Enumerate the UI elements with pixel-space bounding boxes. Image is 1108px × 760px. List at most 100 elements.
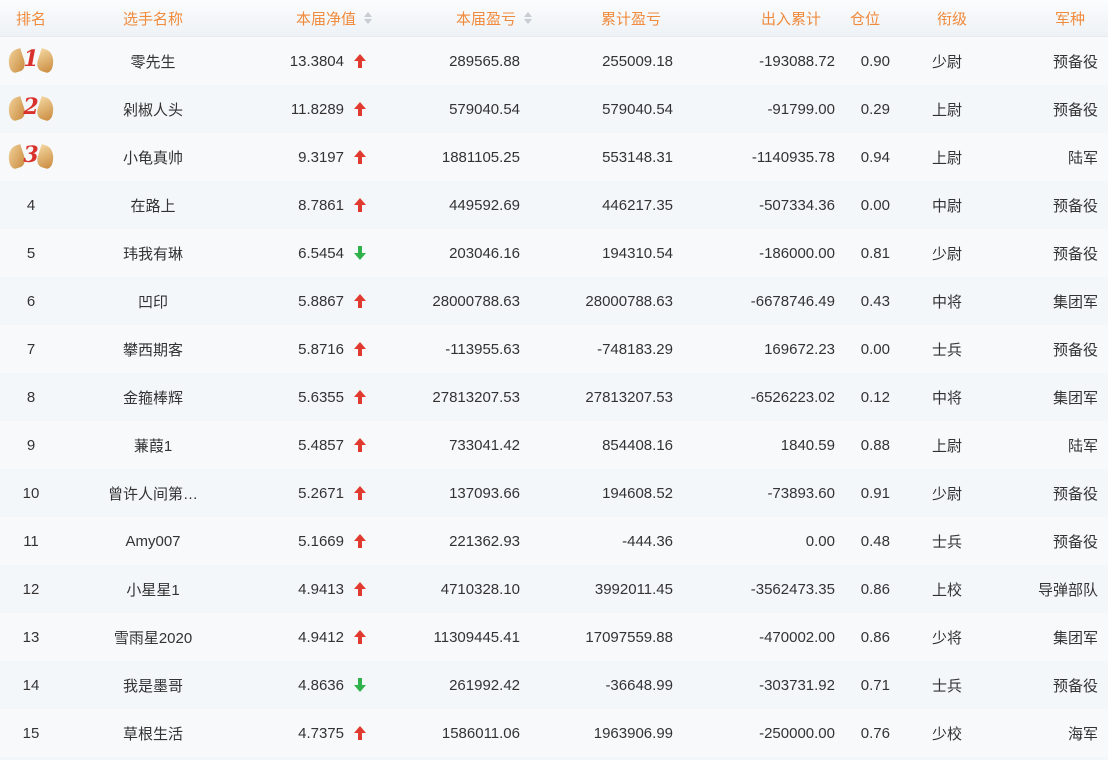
table-row[interactable]: 8 金箍棒辉 5.6355 27813207.53 27813207.53 -652622… bbox=[0, 373, 1108, 421]
table-row[interactable]: 9 蒹葭1 5.4857 733041.42 854408.16 1840.59 0.88 上… bbox=[0, 421, 1108, 469]
table-row[interactable]: 6 凹印 5.8867 28000788.63 28000788.63 -6678746.… bbox=[0, 277, 1108, 325]
military-rank: 中将 bbox=[931, 293, 962, 311]
player-name[interactable]: 我是墨哥 bbox=[62, 675, 244, 696]
header-net-label: 本届净值 bbox=[295, 10, 356, 28]
table-row[interactable]: 3 小龟真帅 9.3197 1881105.25 553148.31 -1140935.7… bbox=[0, 133, 1108, 181]
rank-cell: 1 bbox=[0, 46, 62, 76]
table-row[interactable]: 10 曾许人间第… 5.2671 137093.66 194608.52 -73893.6… bbox=[0, 469, 1108, 517]
header-rank-label: 排名 bbox=[15, 10, 46, 28]
cash-flow: -3562473.35 bbox=[750, 580, 835, 598]
player-name[interactable]: 小龟真帅 bbox=[62, 147, 244, 168]
rank-number: 7 bbox=[26, 340, 36, 358]
header-pos: 仓位 bbox=[821, 8, 880, 29]
cash-flow: 0.00 bbox=[805, 532, 835, 550]
arrow-up-icon bbox=[353, 438, 367, 452]
cash-flow: -186000.00 bbox=[759, 244, 835, 262]
cash-flow: -250000.00 bbox=[759, 724, 835, 742]
military-branch: 导弹部队 bbox=[1037, 581, 1098, 599]
arrow-up-icon bbox=[353, 198, 367, 212]
player-name[interactable]: 曾许人间第… bbox=[62, 483, 244, 504]
cumulative-pnl: 17097559.88 bbox=[585, 628, 673, 646]
table-row[interactable]: 12 小星星1 4.9413 4710328.10 3992011.45 -3562473… bbox=[0, 565, 1108, 613]
session-pnl: 289565.88 bbox=[449, 52, 520, 70]
cash-flow: 1840.59 bbox=[780, 436, 835, 454]
cumulative-pnl: 28000788.63 bbox=[585, 292, 673, 310]
session-pnl: 28000788.63 bbox=[432, 292, 520, 310]
position: 0.86 bbox=[860, 580, 890, 598]
military-rank: 少尉 bbox=[931, 485, 962, 503]
arrow-up-icon bbox=[353, 102, 367, 116]
rank-number: 2 bbox=[23, 94, 39, 120]
military-branch: 陆军 bbox=[1067, 437, 1098, 455]
cumulative-pnl: -36648.99 bbox=[605, 676, 673, 694]
net-value: 5.8867 bbox=[298, 292, 344, 310]
position: 0.29 bbox=[860, 100, 890, 118]
table-row[interactable]: 1 零先生 13.3804 289565.88 255009.18 -193088.72 0… bbox=[0, 37, 1108, 85]
trend-cell bbox=[344, 54, 398, 68]
player-name[interactable]: 草根生活 bbox=[62, 723, 244, 744]
table-row[interactable]: 7 攀西期客 5.8716 -113955.63 -748183.29 169672.23… bbox=[0, 325, 1108, 373]
player-name[interactable]: 金箍棒辉 bbox=[62, 387, 244, 408]
arrow-up-icon bbox=[353, 726, 367, 740]
arrow-up-icon bbox=[353, 150, 367, 164]
arrow-up-icon bbox=[353, 54, 367, 68]
header-cum: 累计盈亏 bbox=[541, 8, 661, 29]
position: 0.00 bbox=[860, 196, 890, 214]
player-name[interactable]: 凹印 bbox=[62, 291, 244, 312]
player-name[interactable]: 小星星1 bbox=[62, 579, 244, 600]
table-row[interactable]: 14 我是墨哥 4.8636 261992.42 -36648.99 -303731.92… bbox=[0, 661, 1108, 709]
table-row[interactable]: 11 Amy007 5.1669 221362.93 -444.36 0.00 0.48 士兵… bbox=[0, 517, 1108, 565]
rank-cell: 7 bbox=[0, 341, 62, 358]
rank-number: 6 bbox=[26, 292, 36, 310]
cash-flow: -193088.72 bbox=[759, 52, 835, 70]
cumulative-pnl: -748183.29 bbox=[597, 340, 673, 358]
net-value: 13.3804 bbox=[289, 52, 344, 70]
military-branch: 预备役 bbox=[1052, 677, 1098, 695]
header-pnl-sort[interactable]: 本届盈亏 bbox=[398, 8, 541, 29]
table-row[interactable]: 4 在路上 8.7861 449592.69 446217.35 -507334.36 0.… bbox=[0, 181, 1108, 229]
player-name[interactable]: 蒹葭1 bbox=[62, 435, 244, 456]
rank-number: 14 bbox=[22, 676, 40, 694]
position: 0.94 bbox=[860, 148, 890, 166]
military-branch: 预备役 bbox=[1052, 197, 1098, 215]
arrow-down-icon bbox=[353, 678, 367, 692]
session-pnl: 221362.93 bbox=[449, 532, 520, 550]
net-value: 4.8636 bbox=[298, 676, 344, 694]
player-name[interactable]: 雪雨星2020 bbox=[62, 627, 244, 648]
military-rank: 上尉 bbox=[931, 149, 962, 167]
net-value: 6.5454 bbox=[298, 244, 344, 262]
table-row[interactable]: 5 玮我有琳 6.5454 203046.16 194310.54 -186000.00 0… bbox=[0, 229, 1108, 277]
cumulative-pnl: 27813207.53 bbox=[585, 388, 673, 406]
military-branch: 集团军 bbox=[1052, 629, 1098, 647]
rank-number: 10 bbox=[22, 484, 40, 502]
position: 0.12 bbox=[860, 388, 890, 406]
table-row[interactable]: 2 剁椒人头 11.8289 579040.54 579040.54 -91799.00 0… bbox=[0, 85, 1108, 133]
header-arm: 军种 bbox=[967, 8, 1085, 29]
session-pnl: 261992.42 bbox=[449, 676, 520, 694]
header-net-sort[interactable]: 本届净值 bbox=[244, 8, 398, 29]
player-name[interactable]: 零先生 bbox=[62, 51, 244, 72]
net-value: 5.8716 bbox=[298, 340, 344, 358]
medal-icon: 3 bbox=[4, 142, 58, 172]
rank-cell: 8 bbox=[0, 389, 62, 406]
rank-cell: 9 bbox=[0, 437, 62, 454]
rank-cell: 5 bbox=[0, 245, 62, 262]
medal-icon: 2 bbox=[4, 94, 58, 124]
player-name[interactable]: Amy007 bbox=[62, 533, 244, 550]
table-row[interactable]: 13 雪雨星2020 4.9412 11309445.41 17097559.88 -47… bbox=[0, 613, 1108, 661]
net-value: 5.1669 bbox=[298, 532, 344, 550]
cumulative-pnl: 854408.16 bbox=[602, 436, 673, 454]
player-name[interactable]: 玮我有琳 bbox=[62, 243, 244, 264]
player-name[interactable]: 在路上 bbox=[62, 195, 244, 216]
cash-flow: -303731.92 bbox=[759, 676, 835, 694]
player-name[interactable]: 剁椒人头 bbox=[62, 99, 244, 120]
cash-flow: -6526223.02 bbox=[750, 388, 835, 406]
net-value: 5.6355 bbox=[298, 388, 344, 406]
military-branch: 集团军 bbox=[1052, 293, 1098, 311]
table-row[interactable]: 15 草根生活 4.7375 1586011.06 1963906.99 -250000.… bbox=[0, 709, 1108, 757]
rank-cell: 2 bbox=[0, 94, 62, 124]
player-name[interactable]: 攀西期客 bbox=[62, 339, 244, 360]
rank-number: 15 bbox=[22, 724, 40, 742]
cumulative-pnl: 255009.18 bbox=[602, 52, 673, 70]
header-rank: 排名 bbox=[0, 8, 62, 29]
